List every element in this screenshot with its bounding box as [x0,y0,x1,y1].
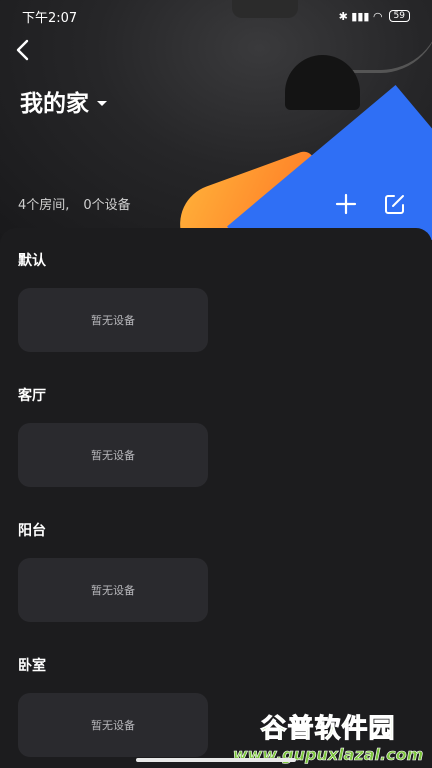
room-title: 默认 [18,253,46,269]
add-icon[interactable] [334,192,358,216]
empty-devices-label: 暂无设备 [91,449,135,462]
back-arrow-icon[interactable] [12,36,36,64]
room-section: 卧室 暂无设备 [18,655,208,757]
watermark-title: 谷普软件园 [260,714,396,745]
battery-icon: 59 [388,10,410,22]
edit-icon[interactable] [383,192,407,216]
room-count: 4个房间, [18,198,70,213]
room-title: 卧室 [18,658,46,674]
chevron-down-icon [97,100,107,106]
empty-devices-label: 暂无设备 [91,314,135,327]
empty-devices-label: 暂无设备 [91,584,135,597]
room-title: 阳台 [18,523,46,539]
room-title: 客厅 [18,388,46,404]
room-section: 客厅 暂无设备 [18,385,208,487]
status-icons: ✱ ▮▮▮ ◠ 59 [339,10,410,23]
home-indicator[interactable] [136,758,296,762]
room-list: 默认 暂无设备 客厅 暂无设备 阳台 暂无设备 卧室 暂无设备 [0,228,432,768]
room-card[interactable]: 暂无设备 [18,693,208,757]
status-bar: 下午2:07 ✱ ▮▮▮ ◠ 59 [0,0,432,32]
home-name: 我的家 [20,91,89,117]
room-card[interactable]: 暂无设备 [18,558,208,622]
home-summary: 4个房间, 0个设备 [18,194,131,213]
room-section: 默认 暂无设备 [18,250,208,352]
home-selector[interactable]: 我的家 [20,84,107,118]
room-section: 阳台 暂无设备 [18,520,208,622]
device-count: 0个设备 [83,198,131,213]
empty-devices-label: 暂无设备 [91,719,135,732]
status-time: 下午2:07 [22,10,78,26]
room-card[interactable]: 暂无设备 [18,288,208,352]
room-card[interactable]: 暂无设备 [18,423,208,487]
signal-wifi-icon: ✱ ▮▮▮ ◠ [338,9,383,23]
